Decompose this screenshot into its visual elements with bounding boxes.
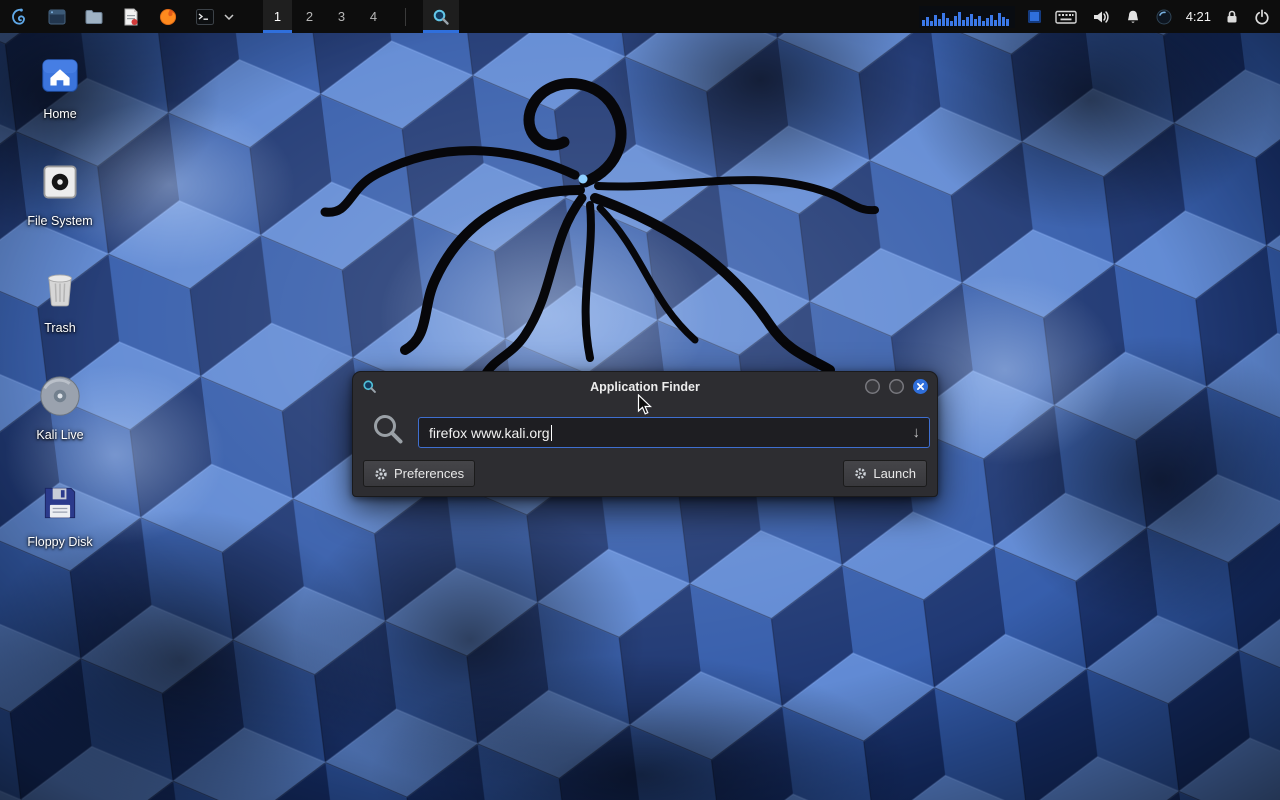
launch-label: Launch — [873, 466, 916, 481]
home-folder-icon — [37, 48, 83, 102]
titlebar[interactable]: Application Finder — [353, 372, 937, 401]
launch-button[interactable]: Launch — [843, 460, 927, 487]
desktop-icon-kali-live[interactable]: Kali Live — [12, 369, 108, 476]
application-finder-window: Application Finder firefox www.kali.org — [352, 371, 938, 497]
preferences-label: Preferences — [394, 466, 464, 481]
desktop-icon-label: Kali Live — [36, 428, 83, 442]
window-controls — [865, 379, 928, 394]
search-input-text: firefox www.kali.org — [429, 425, 550, 441]
floppy-disk-icon — [38, 476, 82, 530]
desktop-icon-label: Trash — [44, 321, 76, 335]
launcher-firefox[interactable] — [153, 3, 183, 31]
maximize-button[interactable] — [889, 379, 904, 394]
blue-indicator-icon[interactable] — [1028, 10, 1041, 23]
panel-left-zone: 1 2 3 4 — [0, 0, 459, 33]
window-icon — [47, 7, 67, 27]
launch-gear-icon — [854, 467, 867, 480]
lock-icon — [1225, 9, 1239, 25]
workspace-button-1[interactable]: 1 — [263, 0, 292, 33]
close-button[interactable] — [913, 379, 928, 394]
document-icon — [121, 7, 141, 27]
finder-button-row: Preferences Launch — [363, 460, 927, 487]
status-circle-icon — [1156, 9, 1172, 25]
logout-button[interactable] — [1253, 3, 1271, 31]
kali-logo-icon — [9, 6, 31, 28]
magnifier-icon — [432, 8, 450, 26]
desktop-icon-home[interactable]: Home — [12, 48, 108, 155]
finder-body: firefox www.kali.org ↓ Preferences — [353, 401, 937, 496]
taskbar-application-finder[interactable] — [423, 0, 459, 33]
workspace-button-2[interactable]: 2 — [295, 0, 324, 33]
desktop-screen: 1 2 3 4 — [0, 0, 1280, 800]
desktop-icon-floppy-disk[interactable]: Floppy Disk — [12, 476, 108, 583]
window-magnifier-icon — [362, 379, 377, 394]
applications-menu-button[interactable] — [5, 3, 35, 31]
history-dropdown-arrow-icon[interactable]: ↓ — [913, 423, 921, 440]
text-caret — [551, 425, 552, 441]
power-icon — [1254, 9, 1270, 25]
panel-separator — [405, 8, 406, 26]
launcher-window-app[interactable] — [42, 3, 72, 31]
launcher-terminal[interactable] — [190, 3, 220, 31]
keyboard-icon — [1055, 9, 1077, 25]
desktop-icon-trash[interactable]: Trash — [12, 262, 108, 369]
workspace-button-3[interactable]: 3 — [327, 0, 356, 33]
desktop-icon-label: Home — [43, 107, 76, 121]
clock[interactable]: 4:21 — [1186, 9, 1211, 24]
terminal-dropdown-button[interactable] — [222, 3, 236, 31]
trash-can-icon — [38, 262, 82, 316]
notifications-button[interactable] — [1124, 3, 1142, 31]
panel-status-area: 4:21 — [919, 0, 1280, 33]
disc-icon — [37, 369, 83, 423]
desktop-icon-label: Floppy Disk — [27, 535, 92, 549]
keyboard-layout-button[interactable] — [1054, 3, 1078, 31]
minimize-button[interactable] — [865, 379, 880, 394]
workspace-button-4[interactable]: 4 — [359, 0, 388, 33]
volume-icon — [1092, 9, 1110, 25]
top-panel: 1 2 3 4 — [0, 0, 1280, 33]
folder-icon — [84, 7, 104, 27]
desktop-icon-label: File System — [27, 214, 92, 228]
status-indicator-button[interactable] — [1155, 3, 1173, 31]
window-title: Application Finder — [353, 380, 937, 394]
gear-icon — [374, 467, 388, 481]
lock-screen-button[interactable] — [1224, 3, 1240, 31]
chevron-down-icon — [224, 14, 234, 20]
volume-button[interactable] — [1091, 3, 1111, 31]
launcher-text-editor[interactable] — [116, 3, 146, 31]
close-icon — [913, 379, 928, 394]
workspace-switcher: 1 2 3 4 — [263, 0, 388, 33]
system-monitor-graph[interactable] — [919, 6, 1015, 28]
desktop-icon-column: Home File System Trash — [12, 48, 108, 583]
bell-icon — [1125, 9, 1141, 25]
preferences-button[interactable]: Preferences — [363, 460, 475, 487]
file-system-drive-icon — [38, 155, 82, 209]
launcher-file-manager[interactable] — [79, 3, 109, 31]
desktop-icon-file-system[interactable]: File System — [12, 155, 108, 262]
search-input[interactable]: firefox www.kali.org ↓ — [418, 417, 930, 448]
firefox-icon — [158, 7, 178, 27]
search-icon — [370, 411, 406, 447]
terminal-icon — [195, 7, 215, 27]
